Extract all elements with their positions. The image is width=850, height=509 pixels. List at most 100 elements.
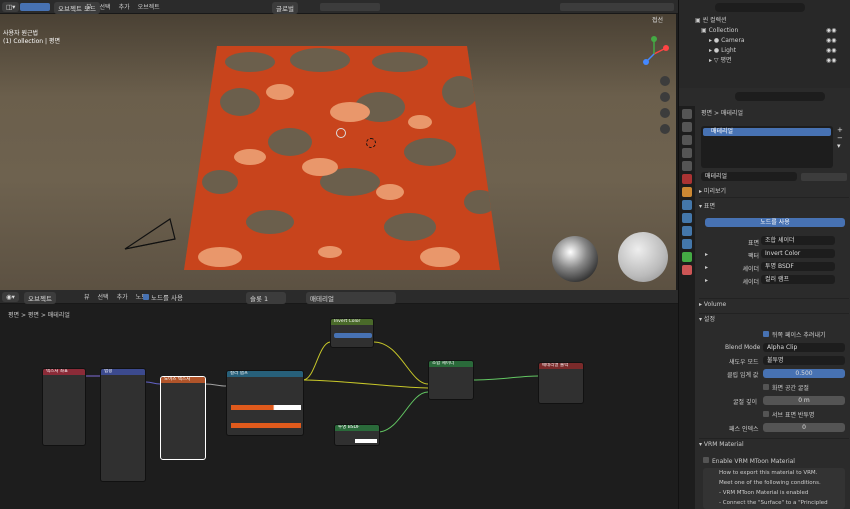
scene-tab-icon[interactable] [682, 161, 692, 171]
camera-object[interactable] [120, 214, 180, 254]
view-label: 사용자 원근법 [3, 30, 39, 37]
ramp-color-swatch[interactable] [231, 423, 301, 428]
textured-plane[interactable] [180, 32, 510, 288]
outliner-label: Collection [708, 27, 739, 34]
outliner[interactable]: ▣ 씬 컬렉션 ▣ Collection ▸ ● Camera ▸ ● Ligh… [678, 0, 850, 88]
physics-tab-icon[interactable] [682, 226, 692, 236]
props-breadcrumb: 평면 > 매테리얼 [701, 110, 743, 117]
view-layer-tab-icon[interactable] [682, 148, 692, 158]
particles-tab-icon[interactable] [682, 213, 692, 223]
visibility-icons[interactable]: ◉◉ ◉◉ ◉◉ ◉◉ [826, 26, 844, 66]
node-editor[interactable]: 평면 > 평면 > 매테리얼 텍스처 좌표 맵핑 노이즈 텍스처 컬러 램프 I… [0, 304, 678, 509]
material-actions[interactable] [801, 173, 847, 181]
material-slot-list[interactable]: 매테리얼 [701, 126, 833, 168]
vrm-enable-checkbox[interactable]: Enable VRM MToon Material [703, 457, 795, 465]
outliner-tree: ▣ 씬 컬렉션 ▣ Collection ▸ ● Camera ▸ ● Ligh… [695, 16, 745, 66]
section-volume[interactable]: ▸ Volume [699, 298, 849, 310]
info-line: - VRM MToon Material is enabled [719, 490, 809, 496]
material-slot-item[interactable]: 매테리얼 [703, 128, 831, 136]
node-mix-shader[interactable]: 조합 셰이더 [428, 360, 474, 400]
navigation-gizmo[interactable] [636, 34, 672, 74]
pass-index-field[interactable]: 0 [763, 423, 845, 432]
camera-view-icon[interactable] [660, 108, 670, 118]
transparent-color-swatch[interactable] [355, 439, 377, 443]
material-name-field[interactable]: 매테리얼 [701, 172, 797, 181]
slot-add-icon[interactable]: + − ▾ [837, 126, 843, 150]
row-label: 셰이더 [742, 279, 759, 286]
section-surface[interactable]: ▾ 표면 [699, 201, 849, 213]
ramp-gradient[interactable] [231, 405, 301, 410]
modifier-tab-icon[interactable] [682, 200, 692, 210]
shader-1-field[interactable]: 투명 BSDF [761, 262, 835, 271]
node-mode-dropdown[interactable]: 오브젝트 [24, 292, 56, 304]
properties-panel[interactable]: 평면 > 매테리얼 매테리얼 + − ▾ 매테리얼 ▸ 미리보기 ▾ 표면 노드를 … [678, 88, 850, 509]
node-color-ramp[interactable]: 컬러 램프 [226, 370, 304, 436]
material-tab-icon[interactable] [682, 265, 692, 275]
3d-cursor[interactable] [336, 128, 346, 138]
use-nodes-button[interactable]: 노드를 사용 [705, 218, 845, 227]
editor-type-button[interactable]: ◫▾ [2, 2, 20, 12]
shadow-mode-dropdown[interactable]: 불투명 [763, 356, 845, 365]
checkbox-label: Enable VRM MToon Material [712, 458, 795, 465]
section-settings[interactable]: ▾ 설정 [699, 313, 849, 325]
node-mapping[interactable]: 맵핑 [100, 368, 146, 482]
backface-checkbox[interactable]: 뒤쪽 페이스 추려내기 [763, 330, 826, 339]
outliner-item-light[interactable]: ▸ ● Light [695, 46, 745, 56]
light-object[interactable] [366, 138, 376, 148]
node-menu-select[interactable]: 선택 [98, 294, 109, 301]
shader-2-field[interactable]: 컬러 램프 [761, 275, 835, 284]
perspective-icon[interactable] [660, 124, 670, 134]
section-vrm-material[interactable]: ▾ VRM Material [699, 438, 849, 450]
snap-icons[interactable] [320, 3, 380, 11]
collection-label: (1) Collection | 평면 [3, 38, 60, 45]
select-mode-icons[interactable] [20, 3, 50, 11]
outliner-item-camera[interactable]: ▸ ● Camera [695, 36, 745, 46]
factor-field[interactable]: Invert Color [761, 249, 835, 258]
node-noise-texture[interactable]: 노이즈 텍스처 [160, 376, 206, 460]
outliner-item-scene-collection[interactable]: ▣ 씬 컬렉션 [695, 16, 745, 26]
render-tab-icon[interactable] [682, 122, 692, 132]
node-menu-add[interactable]: 추가 [117, 294, 128, 301]
node-texture-coordinate[interactable]: 텍스처 좌표 [42, 368, 86, 446]
hdri-chrome-ball [552, 236, 598, 282]
3d-viewport[interactable]: 사용자 원근법 (1) Collection | 평면 접선 [0, 14, 676, 290]
output-tab-icon[interactable] [682, 135, 692, 145]
menu-object[interactable]: 오브젝트 [138, 4, 160, 11]
clip-threshold-slider[interactable]: 0.500 [763, 369, 845, 378]
transform-orientation[interactable]: 글로벌 [272, 2, 298, 14]
object-tab-icon[interactable] [682, 187, 692, 197]
surface-shader-field[interactable]: 조합 셰이더 [761, 236, 835, 245]
constraints-tab-icon[interactable] [682, 239, 692, 249]
blend-mode-dropdown[interactable]: Alpha Clip [763, 343, 845, 352]
refraction-depth-field[interactable]: 0 m [763, 396, 845, 405]
node-editor-type[interactable]: ◉▾ [2, 292, 19, 302]
screen-space-checkbox[interactable]: 화면 공간 굴절 [763, 383, 809, 392]
menu-view[interactable]: 뷰 [86, 4, 92, 11]
world-tab-icon[interactable] [682, 174, 692, 184]
node-header-menus: 뷰 선택 추가 노드 [80, 292, 151, 301]
node-material-output[interactable]: 매테리얼 출력 [538, 362, 584, 404]
row-label: 표면 [747, 240, 759, 247]
use-nodes-toggle[interactable]: 노드를 사용 [143, 292, 183, 302]
material-selector[interactable]: 매테리얼 [306, 292, 396, 304]
factor-slider[interactable] [334, 333, 372, 338]
data-tab-icon[interactable] [682, 252, 692, 262]
outliner-item-collection[interactable]: ▣ Collection [695, 26, 745, 36]
tool-tab-icon[interactable] [682, 109, 692, 119]
node-invert-color[interactable]: Invert Color [330, 318, 374, 348]
section-preview[interactable]: ▸ 미리보기 [699, 186, 849, 198]
node-transparent-bsdf[interactable]: 투명 BSDF [334, 424, 380, 446]
zoom-icon[interactable] [660, 76, 670, 86]
checkbox-label: 화면 공간 굴절 [772, 385, 809, 392]
subsurface-checkbox[interactable]: 서브 표면 반투명 [763, 410, 814, 419]
pass-index-label: 패스 인덱스 [729, 426, 759, 433]
props-search[interactable] [735, 92, 825, 101]
outliner-search[interactable] [715, 3, 805, 12]
node-menu-view[interactable]: 뷰 [84, 294, 90, 301]
gizmo-icons[interactable] [560, 3, 674, 11]
pan-icon[interactable] [660, 92, 670, 102]
slot-dropdown[interactable]: 슬롯 1 [246, 292, 286, 304]
menu-select[interactable]: 선택 [100, 4, 111, 11]
outliner-item-plane[interactable]: ▸ ▽ 평면 [695, 56, 745, 66]
menu-add[interactable]: 추가 [119, 4, 130, 11]
